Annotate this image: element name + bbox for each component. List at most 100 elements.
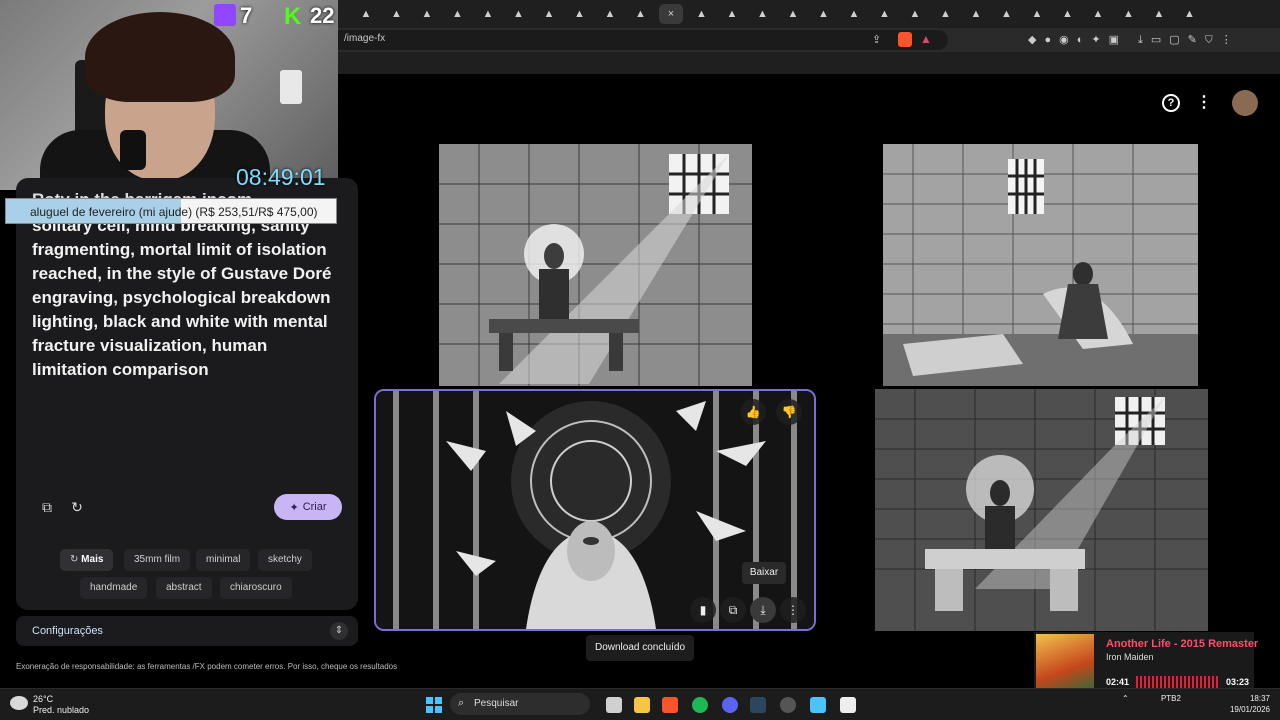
browser-tab[interactable]: ▲ <box>842 4 866 24</box>
streamer-hair <box>85 12 235 102</box>
twitch-viewer-count: 7 <box>240 3 253 28</box>
chip-chiaroscuro[interactable]: chiaroscuro <box>220 577 292 599</box>
browser-tab[interactable]: ▲ <box>1117 4 1141 24</box>
browser-tab[interactable]: ▲ <box>476 4 500 24</box>
browser-tab[interactable]: ▲ <box>751 4 775 24</box>
weather-widget[interactable]: 26°C Pred. nublado <box>33 694 89 716</box>
address-bar[interactable]: /image-fx <box>338 30 948 50</box>
browser-tab[interactable]: ▲ <box>781 4 805 24</box>
brave-shield-icon[interactable] <box>898 32 912 47</box>
chip-minimal[interactable]: minimal <box>196 549 251 571</box>
song-duration: 03:23 <box>1226 677 1250 687</box>
copy-image-icon[interactable]: ⧉ <box>720 597 746 623</box>
browser-tab[interactable]: ▲ <box>1056 4 1080 24</box>
thumbs-down-icon[interactable]: 👎 <box>776 399 802 425</box>
chip-sketchy[interactable]: sketchy <box>258 549 312 571</box>
download-icon[interactable]: ⤓ <box>750 597 776 623</box>
browser-tab[interactable]: ▲ <box>446 4 470 24</box>
wall-switch <box>280 70 302 104</box>
chip-handmade[interactable]: handmade <box>80 577 148 599</box>
chip-abstract[interactable]: abstract <box>156 577 212 599</box>
browser-tab[interactable]: ▲ <box>1086 4 1110 24</box>
taskbar-search[interactable]: ⌕ Pesquisar <box>450 693 590 715</box>
browser-tab[interactable]: ▲ <box>995 4 1019 24</box>
donation-goal-text: aluguel de fevereiro (mi ajude) (R$ 253,… <box>30 205 318 219</box>
download-complete-toast: Download concluído <box>586 635 694 661</box>
help-icon[interactable]: ? <box>1162 94 1180 112</box>
twitch-icon <box>214 4 236 26</box>
browser-tab[interactable]: ▲ <box>934 4 958 24</box>
more-options-icon[interactable]: ⋮ <box>1196 92 1212 112</box>
bookmark-icon[interactable]: ▮ <box>690 597 716 623</box>
browser-tab-active[interactable]: × <box>659 4 683 24</box>
taskbar-clock[interactable]: 18:37 19/01/2026 <box>1226 693 1270 715</box>
browser-tab[interactable]: ▲ <box>568 4 592 24</box>
more-chip[interactable]: ↻ Mais <box>60 549 114 571</box>
browser-tab[interactable]: ▲ <box>415 4 439 24</box>
extensions-icons[interactable]: ◆●◉◐✦▣ ⤓▭▢✎⛉⋮ <box>1028 33 1240 47</box>
avatar[interactable] <box>1232 90 1258 116</box>
browser-tab[interactable]: ▲ <box>598 4 622 24</box>
thumbs-up-icon[interactable]: 👍 <box>740 399 766 425</box>
song-title: Another Life - 2015 Remaster <box>1106 638 1259 650</box>
windows-start-icon[interactable] <box>426 697 442 713</box>
obs-icon[interactable] <box>780 697 796 713</box>
spotify-icon[interactable] <box>692 697 708 713</box>
browser-tab[interactable]: ▲ <box>873 4 897 24</box>
task-view-icon[interactable] <box>606 697 622 713</box>
settings-accordion[interactable]: Configurações ⇕ <box>16 616 358 646</box>
browser-tab[interactable]: ▲ <box>720 4 744 24</box>
weather-desc: Pred. nublado <box>33 705 90 715</box>
share-icon[interactable]: ⇪ <box>872 33 881 46</box>
download-tooltip: Baixar <box>742 562 786 584</box>
brave-icon[interactable] <box>662 697 678 713</box>
generated-image-3-selected[interactable]: 👍 👎 ▮ ⧉ ⤓ ⋮ <box>374 389 816 631</box>
browser-tab[interactable]: ▲ <box>903 4 927 24</box>
create-button[interactable]: ✦ Criar <box>274 494 342 520</box>
browser-tab[interactable]: ▲ <box>385 4 409 24</box>
browser-tab[interactable]: ▲ <box>964 4 988 24</box>
browser-tab[interactable]: ▲ <box>537 4 561 24</box>
image-more-icon[interactable]: ⋮ <box>780 597 806 623</box>
browser-tab[interactable]: ▲ <box>812 4 836 24</box>
reset-prompt-icon[interactable]: ↻ <box>66 496 88 518</box>
kick-icon: K <box>284 3 302 30</box>
taskbar-date: 19/01/2026 <box>1229 705 1270 714</box>
notepad-icon[interactable] <box>810 697 826 713</box>
bookmarks-bar <box>338 52 1280 74</box>
settings-label: Configurações <box>32 625 103 637</box>
brave-rewards-icon[interactable]: ▲ <box>920 32 932 46</box>
browser-tab[interactable]: ▲ <box>507 4 531 24</box>
discord-icon[interactable] <box>722 697 738 713</box>
album-art <box>1036 634 1094 692</box>
expand-icon: ⇕ <box>330 622 348 640</box>
file-explorer-icon[interactable] <box>634 697 650 713</box>
donation-goal-bar: aluguel de fevereiro (mi ajude) (R$ 253,… <box>5 198 337 224</box>
chip-35mm-film[interactable]: 35mm film <box>124 549 191 571</box>
audio-waveform <box>1136 676 1220 688</box>
generated-image-4[interactable] <box>875 389 1208 631</box>
keyboard-language: PTB2 <box>1160 694 1181 703</box>
browser-tab[interactable]: ▲ <box>354 4 378 24</box>
chevron-up-icon: ⌃ <box>1122 694 1129 703</box>
browser-tab[interactable]: ▲ <box>1025 4 1049 24</box>
system-tray[interactable]: ⌃ PTB2 <box>1122 694 1181 703</box>
sparkle-icon: ✦ <box>289 501 299 514</box>
prompt-text: solitary cell, mind breaking, sanity fra… <box>32 216 332 379</box>
capcut-icon[interactable] <box>840 697 856 713</box>
search-icon: ⌕ <box>458 697 465 709</box>
song-elapsed: 02:41 <box>1106 677 1130 687</box>
copy-prompt-icon[interactable]: ⧉ <box>36 496 58 518</box>
browser-tab[interactable]: ▲ <box>690 4 714 24</box>
generated-image-2[interactable] <box>883 144 1198 386</box>
more-chip-label: Mais <box>81 554 104 565</box>
browser-tab[interactable]: ▲ <box>1178 4 1202 24</box>
microphone <box>120 130 146 170</box>
browser-tab[interactable]: ▲ <box>629 4 653 24</box>
generated-image-1[interactable] <box>439 144 752 386</box>
taskbar-time: 18:37 <box>1249 694 1270 703</box>
cloud-icon <box>10 696 28 710</box>
browser-tab[interactable]: ▲ <box>1147 4 1171 24</box>
steam-icon[interactable] <box>750 697 766 713</box>
kick-viewer-count: 22 <box>310 3 335 28</box>
